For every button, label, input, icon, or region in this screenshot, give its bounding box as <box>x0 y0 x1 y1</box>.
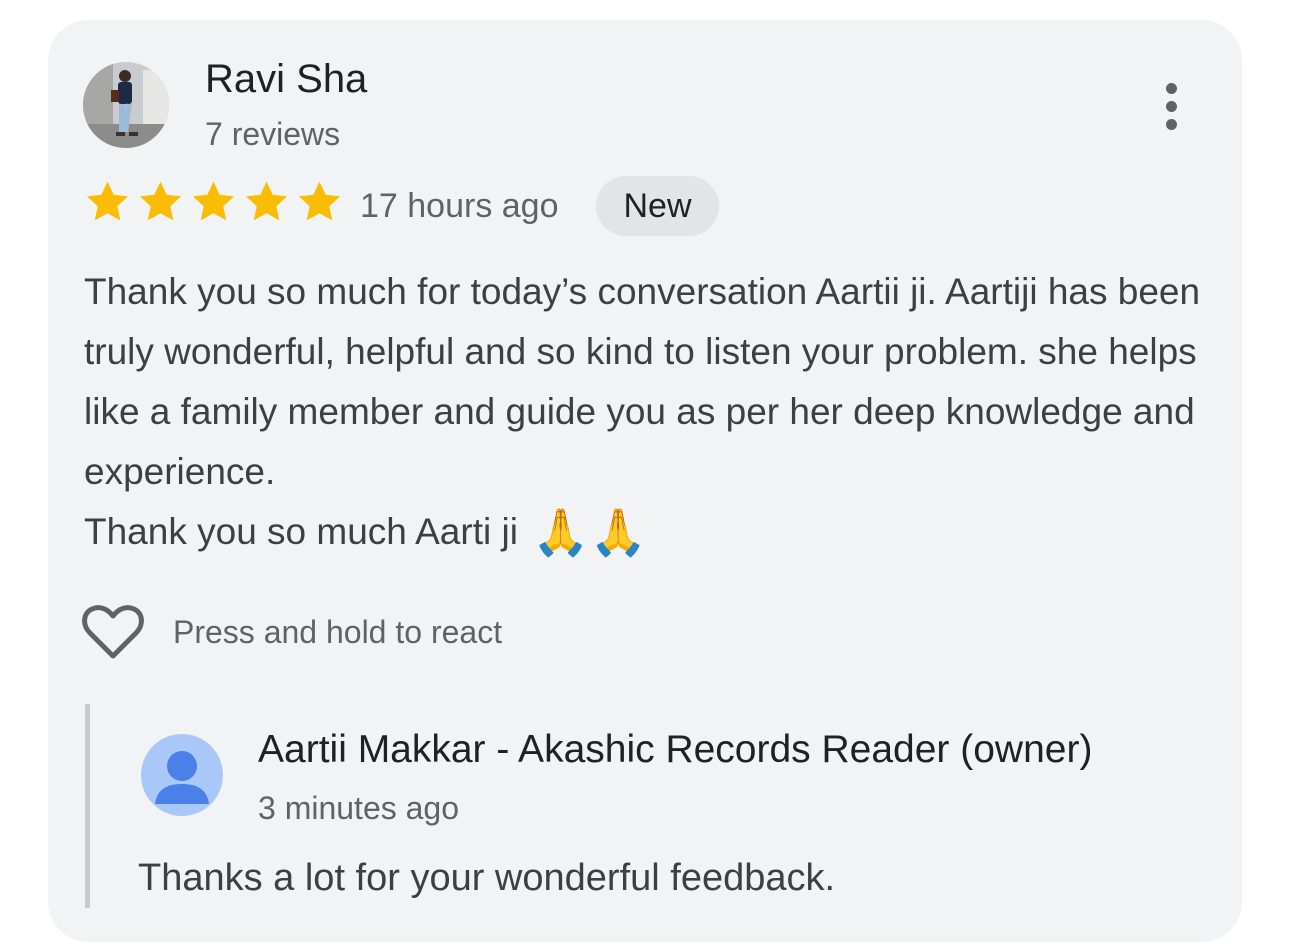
star-icon <box>86 181 129 221</box>
new-badge: New <box>596 176 719 236</box>
review-text-body: Thank you so much for today’s conversati… <box>84 271 1201 492</box>
owner-reply-time: 3 minutes ago <box>258 790 460 826</box>
review-count[interactable]: 7 reviews <box>205 116 340 152</box>
owner-reply-text: Thanks a lot for your wonderful feedback… <box>138 857 836 899</box>
more-options-button[interactable] <box>1146 76 1196 136</box>
review-text-closing: Thank you so much Aarti ji <box>84 511 518 552</box>
more-vert-icon <box>1165 82 1177 94</box>
star-icon <box>298 181 341 221</box>
heart-outline-icon[interactable] <box>81 602 145 662</box>
owner-avatar <box>141 734 223 816</box>
folded-hands-emoji: 🙏🙏 <box>532 506 647 558</box>
star-icon <box>139 181 182 221</box>
star-icon <box>245 181 288 221</box>
react-row: Press and hold to react <box>81 602 502 662</box>
review-card: Ravi Sha 7 reviews 17 hours ago New Than… <box>48 20 1242 942</box>
star-icon <box>192 181 235 221</box>
react-label: Press and hold to react <box>173 613 503 650</box>
review-text: Thank you so much for today’s conversati… <box>84 262 1214 562</box>
owner-name: Aartii Makkar - Akashic Records Reader (… <box>258 728 1093 771</box>
review-time: 17 hours ago <box>360 187 559 225</box>
owner-reply: Aartii Makkar - Akashic Records Reader (… <box>85 704 1205 908</box>
reviewer-name[interactable]: Ravi Sha <box>205 57 367 101</box>
person-icon <box>155 751 209 804</box>
star-rating <box>83 178 344 226</box>
reviewer-avatar[interactable] <box>83 62 169 148</box>
